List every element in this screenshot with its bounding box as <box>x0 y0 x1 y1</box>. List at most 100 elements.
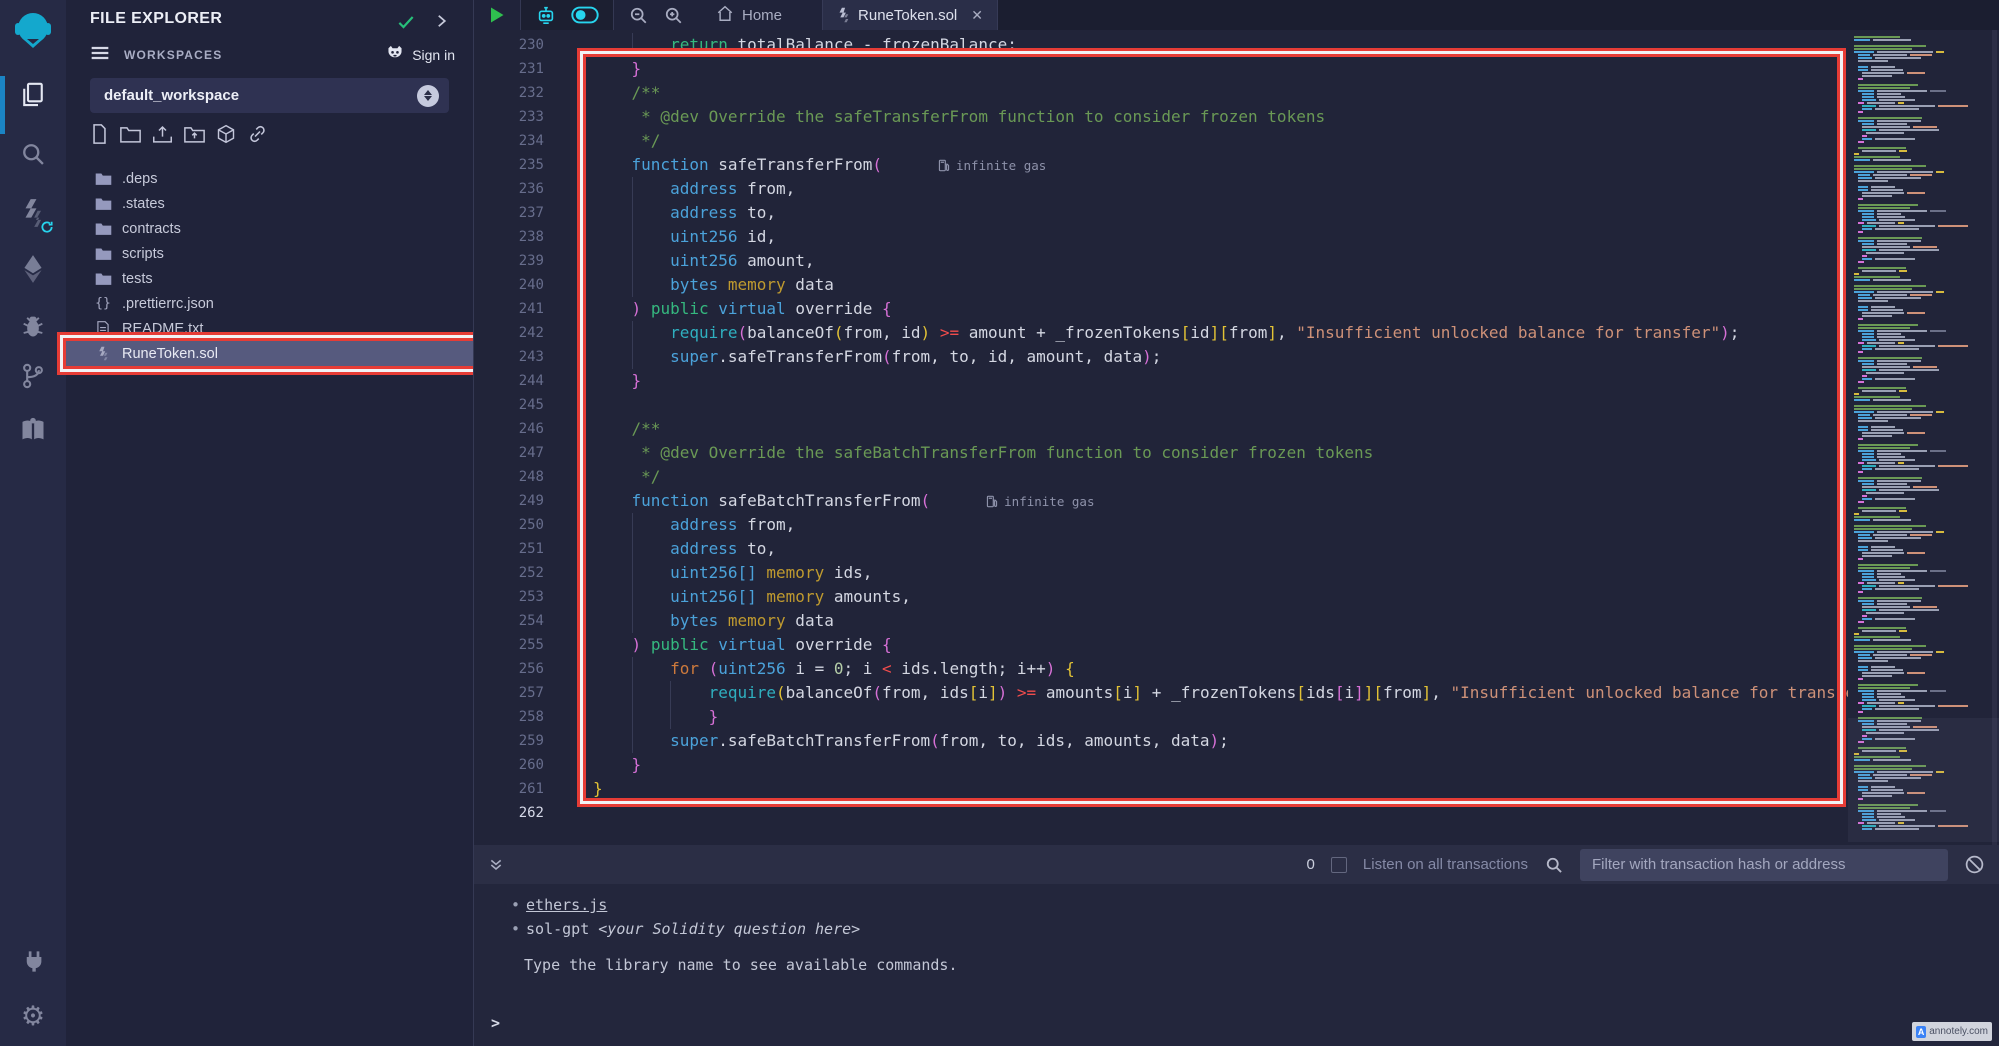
code-line-235[interactable]: function safeTransferFrom(infinite gas <box>593 153 1046 178</box>
sidebar-item-settings[interactable]: ⚙ <box>0 1003 66 1030</box>
workspace-name: default_workspace <box>104 87 239 104</box>
chevron-right-icon[interactable] <box>432 12 450 35</box>
code-line-238[interactable]: uint256 id, <box>593 225 776 249</box>
file-row-contracts[interactable]: contracts <box>66 216 473 241</box>
file-row--states[interactable]: .states <box>66 191 473 216</box>
folder-icon <box>94 171 112 186</box>
gas-estimate-widget: infinite gas <box>938 154 1046 178</box>
publish-box-icon[interactable] <box>216 124 236 144</box>
panel-title: FILE EXPLORER <box>90 10 222 28</box>
terminal-output[interactable]: •ethers.js•sol-gpt <your Solidity questi… <box>474 884 1999 1046</box>
file-row-tests[interactable]: tests <box>66 266 473 291</box>
code-line-233[interactable]: * @dev Override the safeTransferFrom fun… <box>593 105 1325 129</box>
code-line-258[interactable]: } <box>593 705 718 729</box>
code-line-231[interactable]: } <box>593 57 641 81</box>
solidity-compiler-icon <box>19 198 47 233</box>
editor-minimap[interactable] <box>1848 30 1999 845</box>
sign-in-button[interactable]: Sign in <box>385 45 455 66</box>
compiler-refresh-icon <box>40 220 54 239</box>
file-row-readme-txt[interactable]: README.txt <box>66 316 473 341</box>
code-line-239[interactable]: uint256 amount, <box>593 249 815 273</box>
workspaces-label: WORKSPACES <box>124 48 222 62</box>
code-line-250[interactable]: address from, <box>593 513 795 537</box>
code-line-246[interactable]: /** <box>593 417 660 441</box>
file-explorer-panel: FILE EXPLORER WORKSPACES Sign in default… <box>66 0 473 1046</box>
code-line-251[interactable]: address to, <box>593 537 776 561</box>
file-row--prettierrc-json[interactable]: {}.prettierrc.json <box>66 291 473 316</box>
check-icon <box>396 12 416 37</box>
code-line-252[interactable]: uint256[] memory ids, <box>593 561 872 585</box>
new-file-icon[interactable] <box>90 124 109 144</box>
zoom-controls <box>614 5 698 26</box>
code-line-236[interactable]: address from, <box>593 177 795 201</box>
watermark-logo: A <box>1916 1026 1926 1038</box>
code-line-249[interactable]: function safeBatchTransferFrom(infinite … <box>593 489 1094 514</box>
code-line-259[interactable]: super.safeBatchTransferFrom(from, to, id… <box>593 729 1229 753</box>
search-icon <box>19 140 47 173</box>
file-name: tests <box>122 271 153 287</box>
code-line-253[interactable]: uint256[] memory amounts, <box>593 585 911 609</box>
sidebar-item-git[interactable] <box>0 362 66 395</box>
clear-console-icon[interactable] <box>1964 854 1985 875</box>
hamburger-menu-icon[interactable] <box>90 45 110 66</box>
solidity-file-icon <box>837 7 850 23</box>
code-line-237[interactable]: address to, <box>593 201 776 225</box>
new-folder-icon[interactable] <box>120 124 141 144</box>
code-line-255[interactable]: ) public virtual override { <box>593 633 892 657</box>
terminal-link[interactable]: ethers.js <box>526 896 607 914</box>
zoom-out-icon[interactable] <box>628 5 649 26</box>
editor-scrollbar[interactable] <box>1992 30 1997 845</box>
sidebar-item-debugger[interactable] <box>0 312 66 345</box>
code-line-247[interactable]: * @dev Override the safeBatchTransferFro… <box>593 441 1373 465</box>
workspace-select[interactable]: default_workspace <box>90 78 449 113</box>
run-script-button[interactable] <box>486 5 506 25</box>
tab-close-icon[interactable]: ✕ <box>971 7 983 24</box>
code-line-244[interactable]: } <box>593 369 641 393</box>
upload-folder-icon[interactable] <box>184 124 205 144</box>
watermark-badge: A annotely.com <box>1912 1022 1992 1041</box>
code-line-256[interactable]: for (uint256 i = 0; i < ids.length; i++)… <box>593 657 1075 681</box>
sidebar-item-solidity-compiler[interactable] <box>0 198 66 233</box>
book-icon <box>19 416 47 449</box>
tab-home[interactable]: Home <box>698 0 800 30</box>
code-line-234[interactable]: */ <box>593 129 660 153</box>
link-icon[interactable] <box>247 124 268 144</box>
file-row--deps[interactable]: .deps <box>66 166 473 191</box>
file-row-scripts[interactable]: scripts <box>66 241 473 266</box>
ai-robot-icon[interactable] <box>535 5 557 25</box>
code-line-232[interactable]: /** <box>593 81 660 105</box>
sidebar-item-plugin-manager[interactable] <box>0 416 66 449</box>
tab-bar: Home RuneToken.sol ✕ <box>474 0 1999 30</box>
code-line-241[interactable]: ) public virtual override { <box>593 297 892 321</box>
terminal-prompt[interactable]: > <box>491 1014 500 1032</box>
sidebar-item-search[interactable] <box>0 140 66 173</box>
remix-logo-icon[interactable] <box>11 8 55 52</box>
code-line-230[interactable]: return totalBalance - frozenBalance; <box>593 33 1017 57</box>
editor-code: return totalBalance - frozenBalance; } /… <box>474 30 1848 845</box>
tab-runetoken[interactable]: RuneToken.sol ✕ <box>822 0 998 30</box>
zoom-in-icon[interactable] <box>663 5 684 26</box>
listen-transactions-label: Listen on all transactions <box>1363 856 1528 873</box>
sidebar-item-file-explorer[interactable] <box>0 80 66 115</box>
code-line-248[interactable]: */ <box>593 465 660 489</box>
upload-file-icon[interactable] <box>152 124 173 144</box>
listen-transactions-checkbox[interactable] <box>1331 857 1347 873</box>
sidebar-item-deploy-run[interactable] <box>0 254 66 289</box>
code-line-240[interactable]: bytes memory data <box>593 273 834 297</box>
terminal-expand-icon[interactable] <box>488 857 504 873</box>
ai-toggle-icon[interactable] <box>571 6 599 24</box>
folder-icon <box>94 221 112 236</box>
code-line-261[interactable]: } <box>593 777 603 801</box>
sidebar-item-plugin-connector[interactable] <box>0 948 66 980</box>
plug-icon <box>20 948 47 980</box>
transaction-filter-input[interactable] <box>1580 849 1948 881</box>
code-line-257[interactable]: require(balanceOf(from, ids[i]) >= amoun… <box>593 681 1848 705</box>
code-line-243[interactable]: super.safeTransferFrom(from, to, id, amo… <box>593 345 1161 369</box>
code-line-260[interactable]: } <box>593 753 641 777</box>
code-line-254[interactable]: bytes memory data <box>593 609 834 633</box>
code-editor[interactable]: 2302312322332342352362372382392402412422… <box>474 30 1999 845</box>
file-row-runetoken-sol[interactable]: RuneToken.sol <box>66 341 473 366</box>
terminal-search-icon[interactable] <box>1544 855 1564 875</box>
file-list: .deps.statescontractsscripts tests {}.pret… <box>66 166 473 366</box>
code-line-242[interactable]: require(balanceOf(from, id) >= amount + … <box>593 321 1739 345</box>
